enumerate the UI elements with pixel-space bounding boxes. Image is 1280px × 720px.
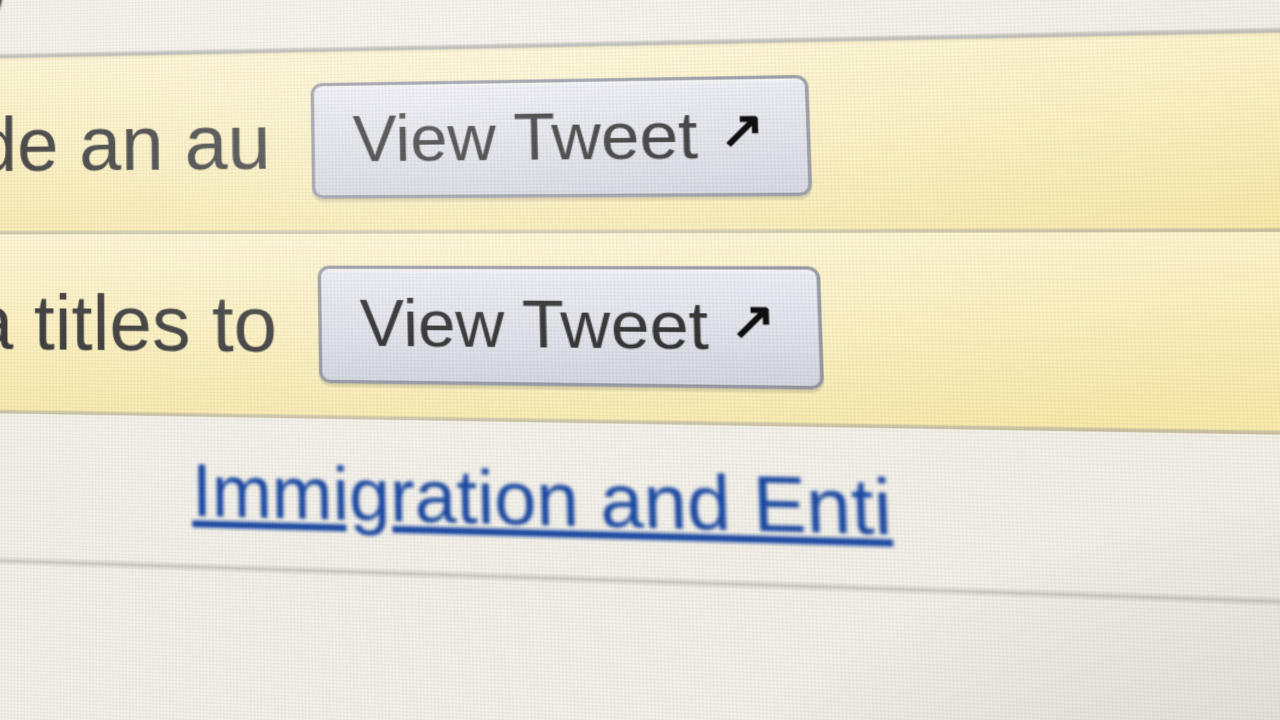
- button-label: View Tweet: [359, 285, 709, 366]
- screen-surface: ted) made an au View Tweet ↗ niga titles…: [0, 0, 1280, 720]
- list-row: niga titles to View Tweet ↗: [0, 231, 1280, 445]
- row-text-fragment: made an au: [0, 97, 271, 189]
- button-label: View Tweet: [352, 96, 699, 177]
- external-link-icon: ↗: [729, 291, 776, 352]
- external-link-icon: ↗: [719, 100, 766, 160]
- view-tweet-button[interactable]: View Tweet ↗: [317, 266, 824, 390]
- view-tweet-button[interactable]: View Tweet ↗: [310, 75, 812, 199]
- list-row: Immigration and Enti: [0, 411, 1280, 623]
- row-text-fragment: niga titles to: [0, 277, 278, 369]
- row-link-fragment[interactable]: Immigration and Enti: [192, 448, 894, 552]
